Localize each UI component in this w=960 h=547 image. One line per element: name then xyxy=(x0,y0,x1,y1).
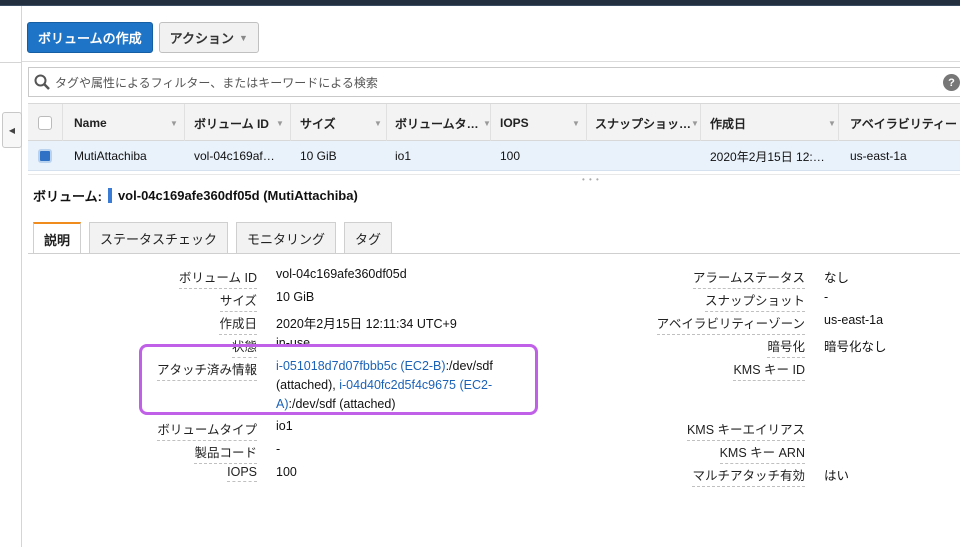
column-separator xyxy=(700,104,701,142)
label-volume-type: ボリュームタイプ xyxy=(157,419,257,441)
cell-size: 10 GiB xyxy=(300,149,337,163)
label-created: 作成日 xyxy=(219,313,257,335)
table-row[interactable]: MutiAttachiba vol-04c169af… 10 GiB io1 1… xyxy=(28,141,960,171)
label-attachment: アタッチ済み情報 xyxy=(156,359,257,381)
sort-icon: ▼ xyxy=(572,119,580,128)
column-header-volume-id[interactable]: ボリューム ID ▼ xyxy=(194,104,288,142)
label-snapshot: スナップショット xyxy=(704,290,805,312)
tab-monitoring[interactable]: モニタリング xyxy=(236,222,337,254)
search-icon xyxy=(29,68,55,96)
attachment-status-1: (attached), xyxy=(276,378,340,392)
value-encryption: 暗号化なし xyxy=(824,340,887,354)
value-attachment: i-051018d7d07fbbb5c (EC2-B):/dev/sdf (at… xyxy=(276,357,526,414)
chevron-down-icon: ▼ xyxy=(238,32,248,43)
value-availability-zone: us-east-1a xyxy=(824,313,884,327)
label-kms-key-alias: KMS キーエイリアス xyxy=(686,419,805,441)
cell-name: MutiAttachiba xyxy=(74,149,147,163)
search-placeholder: タグや属性によるフィルター、またはキーワードによる検索 xyxy=(55,75,378,90)
value-created: 2020年2月15日 12:11:34 UTC+9 xyxy=(276,317,457,331)
row-checkbox[interactable] xyxy=(38,149,52,163)
instance-link-ec2-b[interactable]: i-051018d7d07fbbb5c (EC2-B) xyxy=(276,359,446,373)
value-size: 10 GiB xyxy=(276,290,315,304)
value-state: in-use xyxy=(276,336,311,350)
cell-iops: 100 xyxy=(500,149,521,163)
value-iops: 100 xyxy=(276,465,297,479)
resize-handle[interactable]: • • • xyxy=(582,175,606,184)
help-icon[interactable]: ? xyxy=(943,74,960,91)
value-volume-id: vol-04c169afe360df05d xyxy=(276,267,407,281)
column-separator xyxy=(490,104,491,142)
label-availability-zone: アベイラビリティーゾーン xyxy=(656,313,805,335)
column-header-iops[interactable]: IOPS ▼ xyxy=(500,104,584,142)
sort-icon: ▼ xyxy=(374,119,382,128)
label-alarm-status: アラームステータス xyxy=(692,267,805,289)
create-volume-button[interactable]: ボリュームの作成 xyxy=(27,22,153,53)
actions-label: アクション xyxy=(169,31,234,46)
label-kms-key-id: KMS キー ID xyxy=(733,359,805,381)
left-rail-divider xyxy=(0,62,22,63)
tab-description[interactable]: 説明 xyxy=(33,222,82,254)
value-multi-attach: はい xyxy=(824,469,850,483)
column-separator xyxy=(62,104,63,142)
label-product-code: 製品コード xyxy=(194,442,257,464)
collapse-sidebar-button[interactable]: ◀ xyxy=(2,112,22,148)
detail-title-prefix: ボリューム: xyxy=(33,189,102,204)
toolbar: ボリュームの作成 アクション ▼ xyxy=(27,22,259,54)
value-alarm-status: なし xyxy=(824,271,850,285)
column-separator xyxy=(184,104,185,142)
column-separator xyxy=(290,104,291,142)
select-all-checkbox[interactable] xyxy=(38,116,52,130)
table-header: Name ▼ ボリューム ID ▼ サイズ ▼ ボリュームタ… ▼ IOPS ▼ スナップ… xyxy=(28,103,960,142)
cell-created: 2020年2月15日 12:… xyxy=(710,149,825,164)
value-volume-type: io1 xyxy=(276,419,293,433)
label-volume-id: ボリューム ID xyxy=(178,267,257,289)
search-input[interactable]: タグや属性によるフィルター、またはキーワードによる検索 xyxy=(28,67,960,97)
toolbar-divider xyxy=(22,61,960,62)
label-multi-attach: マルチアタッチ有効 xyxy=(692,465,805,487)
tabs-divider xyxy=(28,253,960,254)
chevron-left-icon: ◀ xyxy=(8,125,16,135)
attachment-device-2: :/dev/sdf (attached) xyxy=(288,397,396,411)
column-header-size[interactable]: サイズ ▼ xyxy=(300,104,384,142)
left-rail xyxy=(0,6,22,547)
cell-volume-id: vol-04c169af… xyxy=(194,149,275,163)
sort-icon: ▼ xyxy=(276,119,284,128)
table-row xyxy=(28,171,960,175)
column-header-created[interactable]: 作成日 ▼ xyxy=(710,104,838,142)
tab-tags[interactable]: タグ xyxy=(344,222,393,254)
column-header-availability-zone[interactable]: アベイラビリティー xyxy=(850,104,960,142)
column-header-name[interactable]: Name ▼ xyxy=(74,104,184,142)
detail-tabs: 説明 ステータスチェック モニタリング タグ xyxy=(33,222,393,254)
cell-availability-zone: us-east-1a xyxy=(850,149,907,163)
instance-link-ec2-a[interactable]: i-04d40fc2d5f4c9675 (EC2- xyxy=(339,378,492,392)
label-state: 状態 xyxy=(231,336,257,358)
sort-icon: ▼ xyxy=(691,119,699,128)
detail-title: ボリューム: vol-04c169afe360df05d (MutiAttach… xyxy=(33,186,358,205)
column-separator xyxy=(386,104,387,142)
label-encryption: 暗号化 xyxy=(767,336,805,358)
sort-icon: ▼ xyxy=(828,119,836,128)
cell-volume-type: io1 xyxy=(395,149,412,163)
label-iops: IOPS xyxy=(227,465,257,482)
column-header-snapshot[interactable]: スナップショッ… ▼ xyxy=(595,104,701,142)
value-snapshot: - xyxy=(824,290,829,304)
title-marker xyxy=(107,188,112,203)
label-kms-key-arn: KMS キー ARN xyxy=(719,442,805,464)
detail-title-value: vol-04c169afe360df05d (MutiAttachiba) xyxy=(117,188,358,203)
tab-status-checks[interactable]: ステータスチェック xyxy=(89,222,229,254)
column-separator xyxy=(838,104,839,142)
column-header-volume-type[interactable]: ボリュームタ… ▼ xyxy=(395,104,493,142)
top-bar-divider xyxy=(0,5,960,6)
attachment-device-1: :/dev/sdf xyxy=(445,359,493,373)
actions-dropdown-button[interactable]: アクション ▼ xyxy=(158,22,259,53)
sort-icon: ▼ xyxy=(170,119,178,128)
value-product-code: - xyxy=(276,442,281,456)
instance-link-ec2-a-cont[interactable]: A) xyxy=(276,397,289,411)
column-separator xyxy=(586,104,587,142)
label-size: サイズ xyxy=(219,290,257,312)
